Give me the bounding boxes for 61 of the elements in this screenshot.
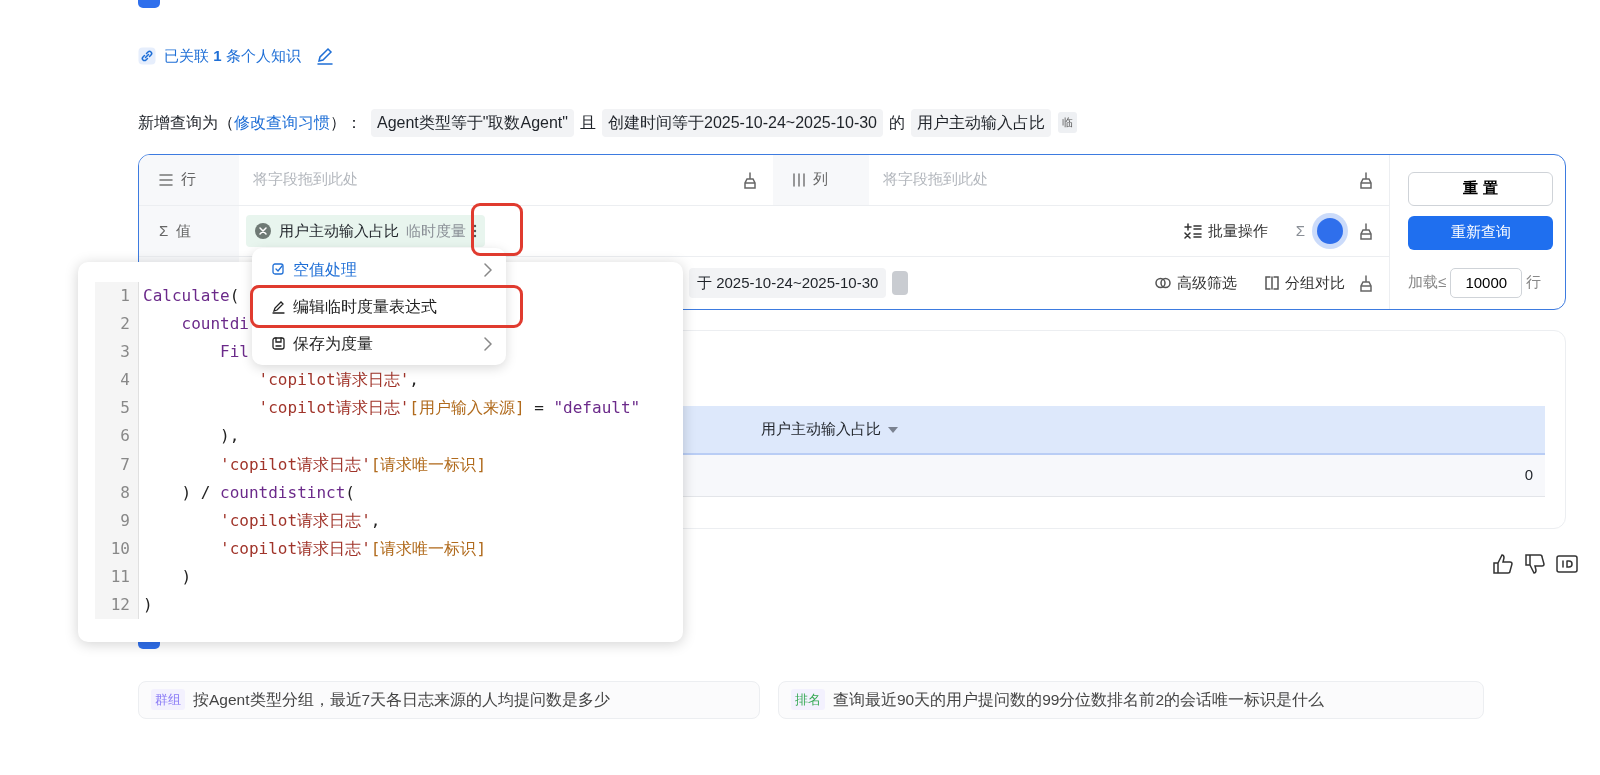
condition-word: 的 (889, 112, 905, 133)
line-number: 8 (119, 481, 130, 504)
drop-hint: 将字段拖到此处 (883, 169, 988, 190)
knowledge-link[interactable]: 已关联 1 条个人知识 (164, 45, 301, 68)
measure-name: 用户主动输入占比 (279, 220, 399, 241)
menu-item[interactable]: 编辑临时度量表达式 (252, 288, 506, 325)
advanced-filter-button[interactable]: 高级筛选 (1155, 271, 1237, 295)
zone-label: 列 (813, 169, 828, 190)
batch-button[interactable]: 批量操作 (1183, 219, 1268, 243)
drop-hint: 将字段拖到此处 (253, 169, 358, 190)
zone-label: 行 (181, 169, 196, 190)
sigma-symbol: Σ (159, 220, 169, 241)
line-number: 4 (119, 369, 130, 392)
temp-tag: 临 (1058, 112, 1077, 133)
reset-button[interactable]: 重 置 (1408, 171, 1553, 206)
suggested-question[interactable]: 群组 按Agent类型分组，最近7天各日志来源的人均提问数是多少 (138, 680, 760, 719)
code-line: countdi (180, 313, 249, 336)
suggested-question[interactable]: 排名 查询最近90天的用户提问数的99分位数排名前2的会话唯一标识是什么 (778, 680, 1484, 719)
line-number: 2 (119, 313, 130, 336)
line-number: 1 (119, 285, 130, 307)
query-suffix: ）： (330, 112, 362, 133)
query-prefix: 新增查询为（ (138, 112, 234, 133)
zone-label: 值 (176, 220, 192, 241)
line-number: 3 (119, 341, 130, 364)
condition-chip: 创建时间等于2025-10-24~2025-10-30 (602, 108, 883, 137)
condition-word: 且 (580, 112, 596, 133)
code-line: 'copilot请求日志', (219, 509, 381, 532)
load-limit-field[interactable]: 10000 (1450, 267, 1523, 298)
code-line: 'copilot请求日志'[用户输入来源] = "default" (257, 397, 641, 420)
requery-button[interactable]: 重新查询 (1408, 215, 1553, 250)
category-tag: 排名 (791, 688, 825, 711)
modify-habit-link[interactable]: 修改查询习惯 (234, 110, 330, 135)
line-number: 10 (109, 537, 130, 560)
menu-item[interactable]: 空值处理 (252, 251, 506, 288)
measure-chip[interactable]: 用户主动输入占比 临时度量 (246, 214, 485, 248)
menu-item[interactable]: 保存为度量 (252, 325, 506, 362)
code-line: Fil (219, 341, 249, 364)
line-number: 6 (119, 425, 130, 448)
code-line: 'copilot请求日志'[请求唯一标识] (219, 537, 487, 560)
line-number: 11 (109, 565, 130, 588)
filter-chip[interactable]: 于 2025-10-24~2025-10-30 (689, 267, 887, 299)
code-line: Calculate( (143, 285, 240, 307)
question-text: 查询最近90天的用户提问数的99分位数排名前2的会话唯一标识是什么 (833, 689, 1325, 710)
line-number: 5 (119, 397, 130, 420)
line-number: 7 (119, 453, 130, 476)
group-compare-button[interactable]: 分组对比 (1265, 271, 1345, 295)
load-label: 加载≤ (1408, 272, 1447, 293)
condition-chip: Agent类型等于"取数Agent" (371, 108, 574, 137)
code-line: 'copilot请求日志', (257, 369, 419, 392)
condition-chip: 用户主动输入占比 (911, 108, 1051, 137)
line-number: 9 (119, 509, 130, 532)
line-number: 12 (109, 594, 130, 617)
measure-type: 临时度量 (406, 220, 466, 241)
code-line: ) / countdistinct( (180, 481, 355, 504)
code-line: ) (143, 594, 153, 617)
code-line: ), (219, 425, 240, 448)
row-unit: 行 (1526, 272, 1542, 293)
code-line: ) (180, 565, 192, 588)
category-tag: 群组 (151, 688, 185, 711)
code-line: 'copilot请求日志'[请求唯一标识] (219, 453, 487, 476)
question-text: 按Agent类型分组，最近7天各日志来源的人均提问数是多少 (193, 689, 611, 710)
